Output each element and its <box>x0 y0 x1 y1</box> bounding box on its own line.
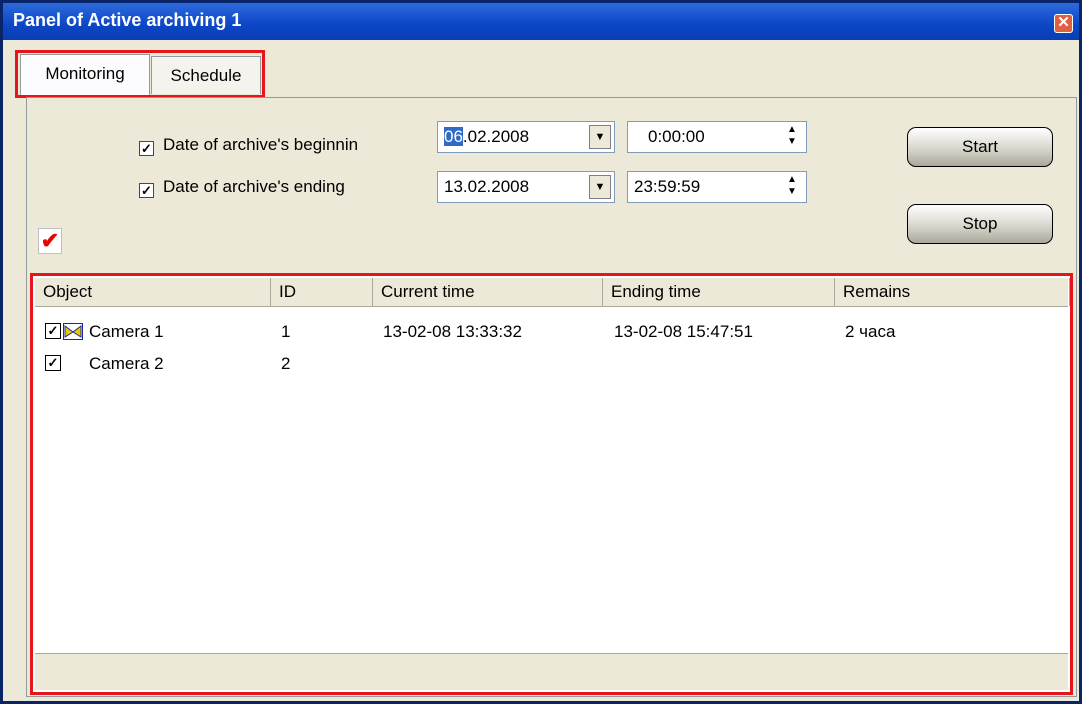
archiving-window: Panel of Active archiving 1 ✕ Monitoring… <box>0 0 1082 704</box>
close-icon[interactable]: ✕ <box>1054 14 1073 33</box>
row-ending-time: 13-02-08 15:47:51 <box>614 322 753 341</box>
tab-bar: Monitoring Schedule <box>15 50 265 98</box>
list-header: Object ID Current time Ending time Remai… <box>35 278 1070 307</box>
column-header-id[interactable]: ID <box>271 278 373 306</box>
row-checkbox[interactable]: ✓ <box>45 355 61 371</box>
stop-button[interactable]: Stop <box>907 204 1053 244</box>
begin-date-checkbox[interactable]: ✓ <box>139 141 154 156</box>
row-id: 2 <box>281 354 291 373</box>
camera-icon <box>63 323 83 340</box>
chevron-down-icon[interactable]: ▼ <box>589 175 611 199</box>
end-date-checkbox[interactable]: ✓ <box>139 183 154 198</box>
tab-schedule[interactable]: Schedule <box>151 56 261 94</box>
row-checkbox[interactable]: ✓ <box>45 323 61 339</box>
begin-date-label: Date of archive's beginnin <box>163 135 359 154</box>
end-date-label: Date of archive's ending <box>163 177 345 196</box>
status-bar <box>35 653 1068 690</box>
row-object: Camera 2 <box>89 354 164 373</box>
tab-monitoring[interactable]: Monitoring <box>20 54 150 95</box>
begin-date-field[interactable]: 06.02.2008 ▼ <box>437 121 615 153</box>
red-checkmark-icon[interactable]: ✔ <box>38 228 62 254</box>
column-header-object[interactable]: Object <box>35 278 271 306</box>
spin-updown-icon[interactable]: ▲ ▼ <box>781 174 803 200</box>
spin-updown-icon[interactable]: ▲ ▼ <box>781 124 803 150</box>
column-header-current-time[interactable]: Current time <box>373 278 603 306</box>
end-date-field[interactable]: 13.02.2008 ▼ <box>437 171 615 203</box>
row-id: 1 <box>281 322 291 341</box>
row-object: Camera 1 <box>89 322 164 341</box>
row-remains: 2 часа <box>845 322 896 341</box>
column-header-ending-time[interactable]: Ending time <box>603 278 835 306</box>
title-bar[interactable]: Panel of Active archiving 1 ✕ <box>3 3 1079 40</box>
objects-list[interactable]: Object ID Current time Ending time Remai… <box>30 273 1073 695</box>
window-title: Panel of Active archiving 1 <box>13 10 242 30</box>
row-current-time: 13-02-08 13:33:32 <box>383 322 522 341</box>
column-header-remains[interactable]: Remains <box>835 278 1070 306</box>
chevron-down-icon[interactable]: ▼ <box>589 125 611 149</box>
end-time-field[interactable]: 23:59:59 ▲ ▼ <box>627 171 807 203</box>
start-button[interactable]: Start <box>907 127 1053 167</box>
begin-time-field[interactable]: 0:00:00 ▲ ▼ <box>627 121 807 153</box>
